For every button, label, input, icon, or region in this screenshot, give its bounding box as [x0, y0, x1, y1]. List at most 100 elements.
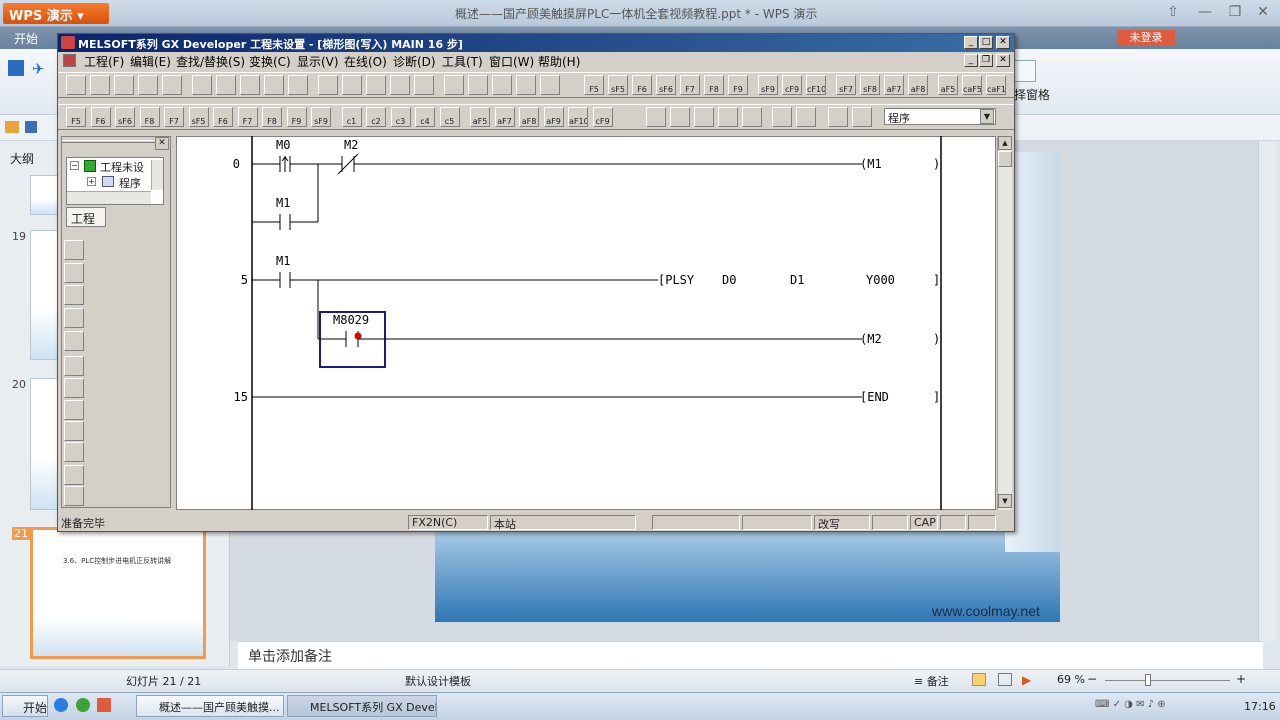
wps-maximize-button[interactable]: ❐ — [1222, 4, 1248, 22]
ladder-tool-button[interactable]: F8 — [139, 107, 160, 127]
save-icon[interactable] — [25, 121, 37, 133]
ladder-tool-button[interactable]: sF6 — [115, 107, 135, 127]
gx-maximize-button[interactable]: □ — [979, 36, 993, 49]
scroll-up-button[interactable]: ▲ — [998, 136, 1012, 150]
side-tool-icon[interactable] — [64, 400, 84, 420]
quicklaunch-app-icon[interactable] — [97, 698, 111, 712]
ladder-tool-button[interactable]: c4 — [415, 107, 435, 127]
ladder-key-button[interactable]: F5 — [584, 75, 604, 95]
tab-project[interactable]: 工程 — [66, 207, 106, 227]
zoom-in-button[interactable]: + — [1236, 672, 1246, 686]
print-icon[interactable] — [138, 75, 158, 95]
panel-grip[interactable] — [62, 140, 156, 143]
menu-edit[interactable]: 编辑(E) — [130, 53, 171, 70]
tree-expand-icon[interactable]: + — [87, 177, 96, 186]
edit-tool-icon[interactable] — [646, 107, 666, 127]
ladder-vscrollbar[interactable]: ▲ ▼ — [997, 136, 1012, 510]
wps-menu-start[interactable]: 开始 — [14, 30, 38, 47]
menu-project[interactable]: 工程(F) — [84, 53, 124, 70]
monitor-icon[interactable] — [288, 75, 308, 95]
verify-icon[interactable] — [366, 75, 386, 95]
side-tool-icon[interactable] — [64, 331, 84, 351]
project-tree[interactable]: − 工程未设 + 程序 — [66, 157, 164, 205]
ladder-tool-button[interactable]: F9 — [286, 107, 307, 127]
list-view-icon[interactable] — [444, 75, 464, 95]
menu-diagnostics[interactable]: 诊断(D) — [393, 53, 436, 70]
gx-minimize-button[interactable]: _ — [964, 36, 978, 49]
start-button[interactable]: 开始 — [2, 695, 48, 717]
sorter-view-icon[interactable] — [998, 673, 1012, 686]
gx-app-icon[interactable] — [61, 36, 75, 49]
open-project-icon[interactable] — [90, 75, 110, 95]
find-icon[interactable] — [264, 75, 284, 95]
ladder-tool-button[interactable]: F6 — [213, 107, 233, 127]
side-tool-icon[interactable] — [64, 263, 84, 283]
ladder-key-button[interactable]: caF5 — [962, 75, 982, 95]
gx-child-minimize-button[interactable]: _ — [964, 54, 978, 67]
ladder-key-button[interactable]: F9 — [728, 75, 748, 95]
taskbar-item-gx[interactable]: MELSOFT系列 GX Devel... — [287, 695, 437, 717]
ladder-key-button[interactable]: sF8 — [860, 75, 880, 95]
device-icon[interactable] — [492, 75, 512, 95]
zoom-slider-thumb[interactable] — [1145, 674, 1151, 686]
ladder-tool-button[interactable]: sF9 — [311, 107, 331, 127]
zoom-icon[interactable] — [390, 75, 410, 95]
ladder-tool-button[interactable]: aF9 — [543, 107, 564, 127]
new-project-icon[interactable] — [66, 75, 86, 95]
tree-collapse-icon[interactable]: − — [70, 161, 79, 170]
ladder-tool-button[interactable]: c3 — [390, 107, 411, 127]
ladder-key-button[interactable]: aF5 — [938, 75, 958, 95]
tree-vscroll[interactable] — [151, 160, 163, 190]
taskbar-item-wps[interactable]: 概述——国产顾美触摸... — [136, 695, 284, 717]
side-tool-icon[interactable] — [64, 378, 84, 398]
menu-window[interactable]: 窗口(W) — [489, 53, 534, 70]
ladder-key-button[interactable]: aF7 — [884, 75, 904, 95]
wps-minimize-button[interactable]: — — [1192, 4, 1218, 22]
mode-dropdown-icon[interactable]: ▼ — [980, 109, 994, 124]
ladder-tool-button[interactable]: c2 — [366, 107, 386, 127]
edit-tool-icon[interactable] — [742, 107, 762, 127]
ladder-key-button[interactable]: sF6 — [656, 75, 676, 95]
gx-close-button[interactable]: ✕ — [996, 36, 1010, 49]
ladder-tool-button[interactable]: cF9 — [592, 107, 613, 127]
ladder-tool-button[interactable]: F7 — [237, 107, 258, 127]
ladder-key-button[interactable]: cF9 — [782, 75, 802, 95]
comment-icon[interactable] — [468, 75, 488, 95]
ladder-key-button[interactable]: F6 — [632, 75, 652, 95]
edit-tool-icon[interactable] — [796, 107, 816, 127]
selection-pane-icon[interactable] — [1014, 60, 1036, 82]
side-tool-icon[interactable] — [64, 486, 84, 506]
airplane-icon[interactable]: ✈ — [32, 60, 45, 78]
online-icon[interactable] — [516, 75, 536, 95]
tree-program-label[interactable]: 程序 — [119, 175, 141, 191]
side-tool-icon[interactable] — [64, 308, 84, 328]
login-button[interactable]: 未登录 — [1117, 30, 1175, 45]
zoom-slider-track[interactable] — [1105, 680, 1230, 681]
menu-tools[interactable]: 工具(T) — [442, 53, 483, 70]
normal-view-icon[interactable] — [972, 673, 986, 686]
side-tool-icon[interactable] — [64, 421, 84, 441]
ladder-tool-button[interactable]: aF7 — [494, 107, 515, 127]
scroll-down-button[interactable]: ▼ — [998, 494, 1012, 508]
read-icon[interactable] — [342, 75, 362, 95]
ladder-tool-button[interactable]: F6 — [90, 107, 111, 127]
edit-tool-icon[interactable] — [828, 107, 848, 127]
side-tool-icon[interactable] — [64, 465, 84, 485]
slide-vertical-scrollbar[interactable] — [1258, 141, 1276, 641]
ladder-diagram[interactable]: 0 M0 M2 (M1 ) M1 5 M1 [PLSY D0 D1 Y000 ]… — [176, 136, 996, 510]
open-folder-icon[interactable] — [5, 121, 19, 133]
menu-online[interactable]: 在线(O) — [344, 53, 387, 70]
ladder-view-icon[interactable] — [414, 75, 434, 95]
ladder-key-button[interactable]: sF9 — [758, 75, 778, 95]
tree-hscroll[interactable] — [67, 191, 151, 204]
ladder-tool-button[interactable]: F7 — [164, 107, 184, 127]
edit-tool-icon[interactable] — [670, 107, 690, 127]
undo-icon[interactable] — [240, 75, 260, 95]
quicklaunch-icon[interactable] — [76, 698, 90, 712]
copy-icon[interactable] — [192, 75, 212, 95]
slideshow-icon[interactable]: ▶ — [1022, 673, 1031, 687]
menu-help[interactable]: 帮助(H) — [538, 53, 580, 70]
zoom-out-button[interactable]: − — [1087, 672, 1097, 686]
side-tool-icon[interactable] — [64, 240, 84, 260]
paste-icon[interactable] — [216, 75, 236, 95]
